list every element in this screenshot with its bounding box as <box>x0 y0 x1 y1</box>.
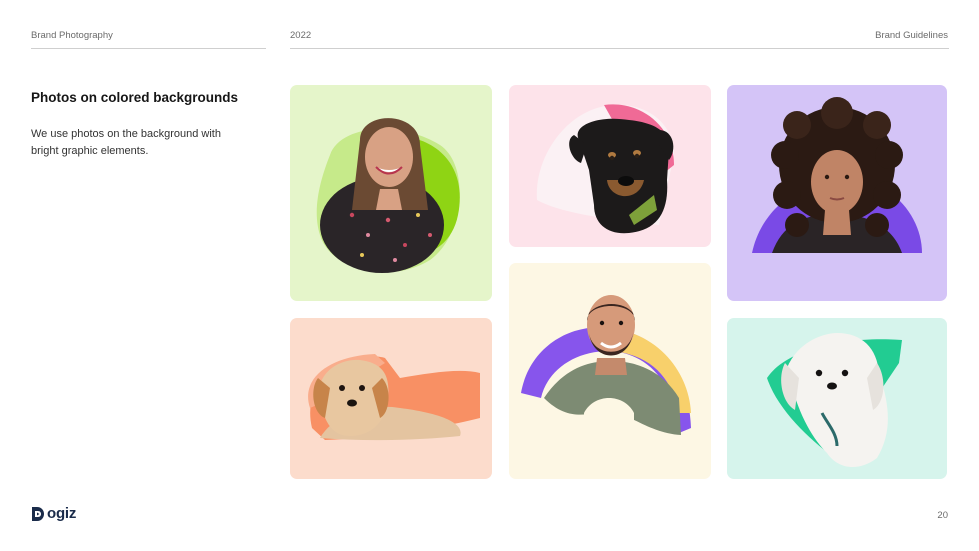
photo-card-white-maltese-dog <box>727 318 947 479</box>
brand-logo-text: ogiz <box>47 505 77 522</box>
dogiz-logo-icon <box>32 506 44 521</box>
header-section-label: Brand Photography <box>31 30 113 41</box>
page-number: 20 <box>937 510 948 521</box>
header-doc-title: Brand Guidelines <box>875 30 948 41</box>
brand-logo: ogiz <box>31 505 76 522</box>
photo-card-woman-smiling <box>290 85 492 301</box>
photo-card-black-tan-dog <box>509 85 711 247</box>
black-tan-dog-photo <box>536 104 674 234</box>
woman-smiling-photo <box>316 118 460 273</box>
page-description: We use photos on the background with bri… <box>31 128 221 157</box>
photo-card-woman-curly-hair <box>727 85 947 301</box>
header-divider-right <box>290 48 949 49</box>
white-maltese-dog-photo <box>767 333 902 468</box>
woman-curly-hair-photo <box>752 97 922 253</box>
bearded-man-photo <box>521 295 691 435</box>
header-divider-left <box>31 48 266 49</box>
header-year: 2022 <box>290 30 312 41</box>
photo-card-fluffy-dog-lying <box>290 318 492 479</box>
fluffy-dog-lying-photo <box>308 354 480 441</box>
photo-card-bearded-man <box>509 263 711 479</box>
page-title: Photos on colored backgrounds <box>31 90 239 105</box>
